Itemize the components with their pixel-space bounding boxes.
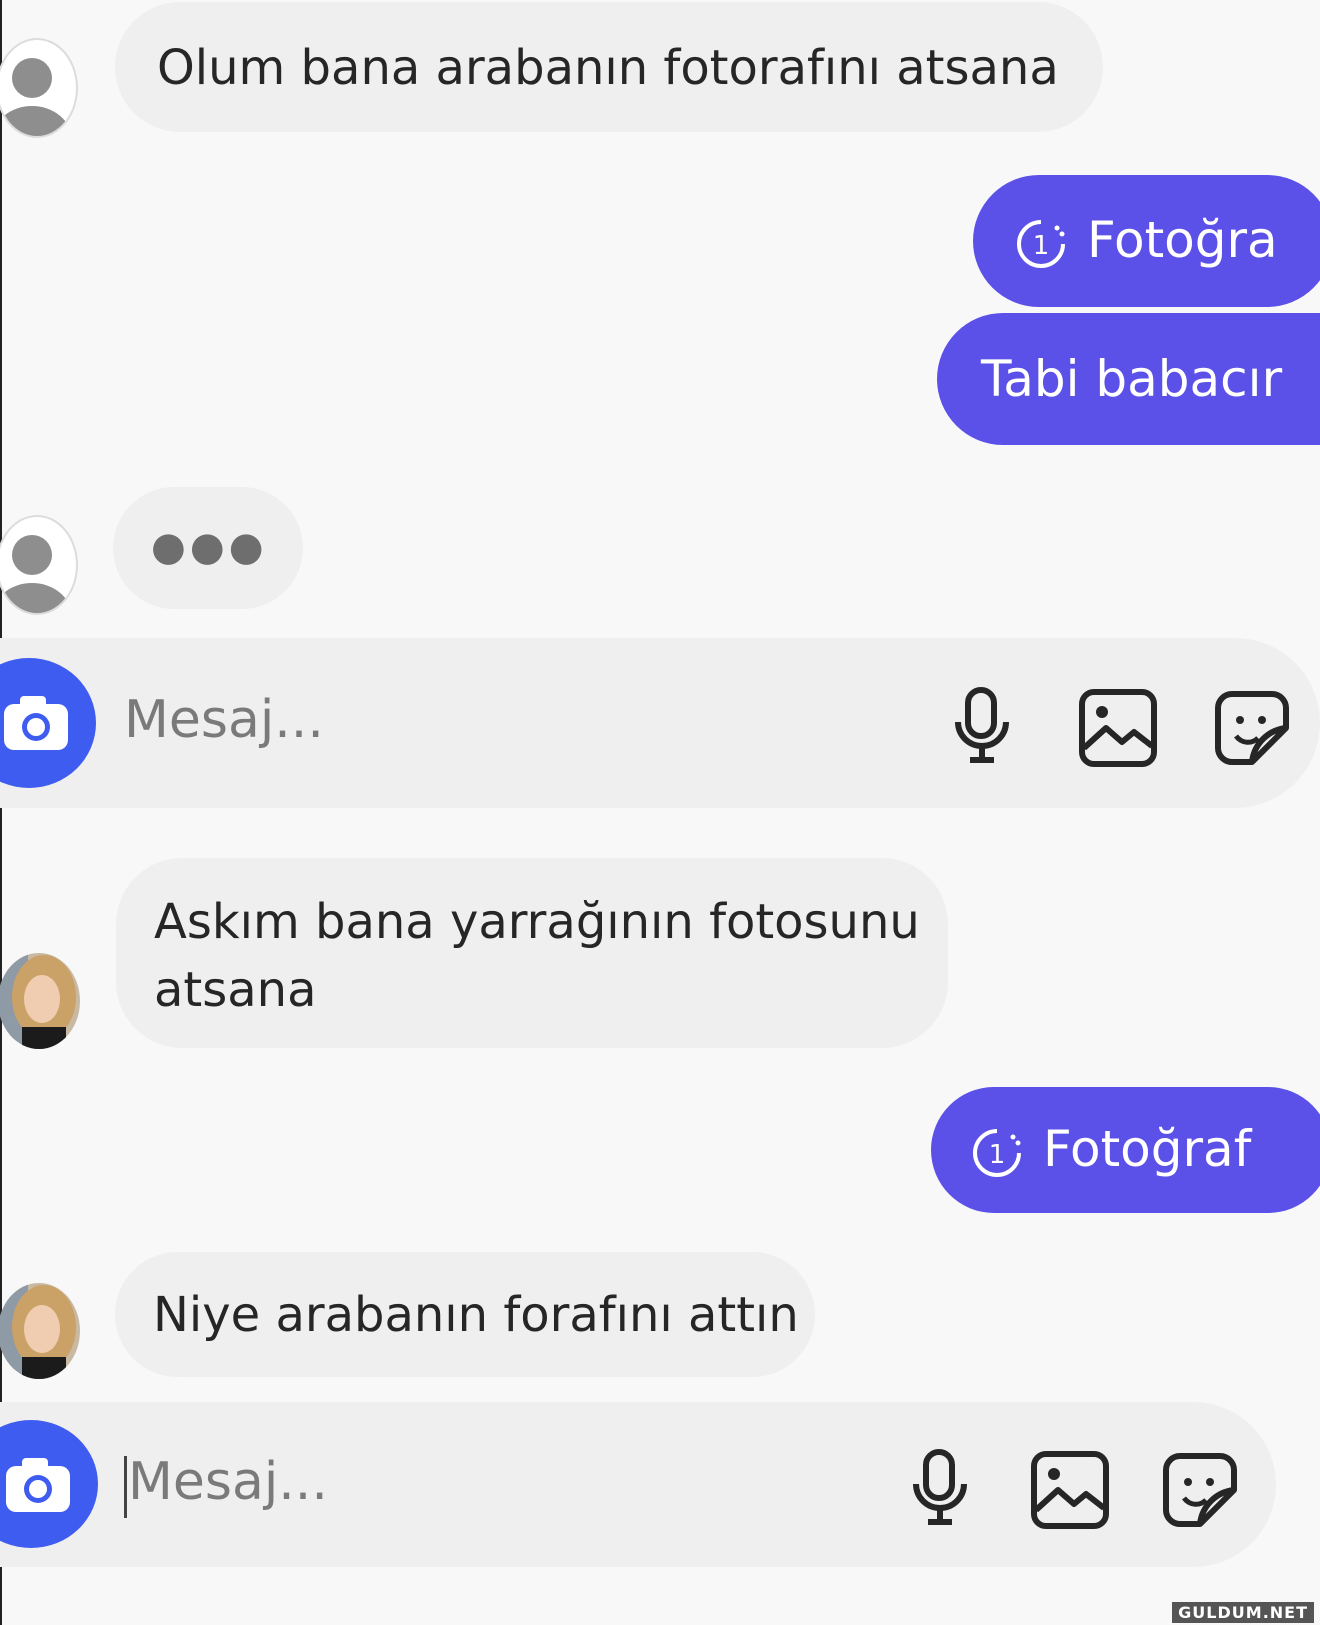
profile-photo [0,953,80,1049]
microphone-icon[interactable] [908,1448,972,1528]
avatar[interactable] [0,38,78,138]
screenshot-border [0,0,2,1625]
camera-button[interactable] [0,1420,98,1548]
microphone-icon[interactable] [950,686,1014,766]
message-text: Fotoğra [1087,211,1278,269]
incoming-message[interactable]: Olum bana arabanın fotorafını atsana [115,2,1103,132]
outgoing-message[interactable]: Tabi babacır [937,313,1320,445]
camera-icon [4,696,68,750]
camera-button[interactable] [0,658,96,788]
svg-text:1: 1 [989,1140,1006,1170]
view-once-icon: 1 [1017,219,1065,268]
message-text: Tabi babacır [981,350,1283,408]
message-composer: Mesaj... [0,638,1320,808]
outgoing-photo-message[interactable]: 1 Fotoğra [973,175,1320,307]
gallery-icon[interactable] [1078,688,1158,768]
avatar[interactable] [0,953,80,1049]
outgoing-photo-message[interactable]: 1 Fotoğraf [931,1087,1320,1213]
profile-photo [0,1283,80,1379]
gallery-icon[interactable] [1030,1450,1110,1530]
person-icon [0,535,72,613]
svg-text:1: 1 [1033,231,1050,261]
message-text: Fotoğraf [1043,1120,1252,1178]
sticker-icon[interactable] [1212,688,1292,768]
message-composer: Mesaj... [0,1402,1276,1567]
watermark: GULDUM.NET [1172,1602,1314,1623]
person-icon [0,58,72,136]
typing-indicator: ●●● [113,487,303,609]
message-input[interactable]: Mesaj... [124,690,324,750]
view-once-icon: 1 [973,1128,1021,1177]
camera-icon [6,1458,70,1512]
message-text: Askım bana yarrağının fotosunu atsana [154,894,920,1018]
sticker-icon[interactable] [1160,1450,1240,1530]
message-input[interactable]: Mesaj... [128,1452,328,1512]
avatar[interactable] [0,515,78,615]
message-text: Niye arabanın forafını attın [153,1287,799,1343]
avatar[interactable] [0,1283,80,1379]
incoming-message[interactable]: Niye arabanın forafını attın [115,1252,815,1377]
incoming-message[interactable]: Askım bana yarrağının fotosunu atsana [116,858,948,1048]
message-text: Olum bana arabanın fotorafını atsana [157,40,1059,96]
typing-dots: ●●● [151,524,268,570]
text-cursor [124,1456,127,1518]
